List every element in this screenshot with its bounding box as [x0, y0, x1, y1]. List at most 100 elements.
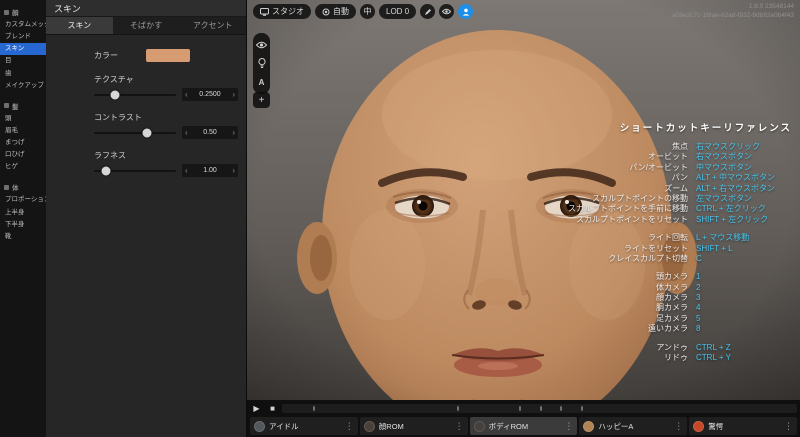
lighting-button[interactable] — [256, 58, 267, 69]
sidebar-item-upper-body[interactable]: 上半身 — [0, 207, 46, 219]
clip-thumbnail — [473, 420, 485, 432]
sidebar-item-teeth[interactable]: 歯 — [0, 68, 46, 80]
quality-medium-button[interactable]: 中 — [360, 4, 375, 19]
skin-controls: カラー テクスチャ ‹ 0.2500 › コントラスト ‹ 0.50 › ラフネ… — [46, 35, 246, 177]
lod-button[interactable]: LOD 0 — [379, 4, 417, 19]
shortcut-reference-title: ショートカットキーリファレンス — [619, 123, 792, 134]
annotation-button[interactable]: A — [256, 77, 267, 88]
sidebar-item-beard[interactable]: ヒゲ — [0, 161, 46, 173]
character-tool-button[interactable] — [458, 4, 474, 19]
shortcut-row: リドゥ CTRL + Y — [447, 353, 792, 363]
preview-tool-button[interactable] — [439, 4, 455, 19]
sidebar-item-custom-mesh[interactable]: カスタムメッシュ — [0, 19, 46, 31]
chevron-right-icon[interactable]: › — [232, 166, 235, 175]
shortcut-label: スカルプトポイントの移動 — [592, 193, 688, 203]
pencil-icon — [424, 8, 431, 15]
shortcut-row: スカルプトポイントをリセット SHIFT + 左クリック — [447, 215, 792, 225]
shortcut-key: 2 — [696, 282, 701, 292]
sidebar-group-body-header: 体 — [0, 180, 46, 194]
more-options-icon[interactable]: ⋮ — [345, 421, 354, 431]
sidebar-group-hair: 髪 頭 眉毛 まつげ 口ひげ ヒゲ — [0, 99, 46, 174]
contrast-slider[interactable] — [94, 128, 176, 137]
shortcut-key: C — [696, 253, 702, 263]
auto-quality-button[interactable]: 自動 — [315, 4, 356, 19]
chevron-right-icon[interactable]: › — [232, 90, 235, 99]
roughness-slider-block: ラフネス ‹ 1.00 › — [54, 150, 238, 177]
visibility-button[interactable] — [256, 39, 267, 50]
clip-label: 顔ROM — [378, 421, 404, 431]
color-label: カラー — [94, 51, 118, 60]
shortcut-row: パン/オービット 中マウスボタン — [447, 163, 792, 173]
sidebar-item-proportion[interactable]: プロポーション — [0, 194, 46, 206]
clip-face-rom[interactable]: 顔ROM ⋮ — [359, 417, 468, 435]
shortcut-label: スカルプトポイントを手前に移動 — [568, 204, 688, 214]
more-options-icon[interactable]: ⋮ — [674, 421, 683, 431]
character-viewport[interactable]: スタジオ 自動 中 LOD 0 1.8.0 23548144 a06e2c7c-… — [247, 0, 800, 437]
texture-slider-handle[interactable] — [110, 90, 119, 99]
sidebar-item-eyes[interactable]: 目 — [0, 55, 46, 67]
shortcut-row: オービット 右マウスボタン — [447, 152, 792, 162]
texture-slider[interactable] — [94, 90, 176, 99]
sidebar-item-eyebrows[interactable]: 眉毛 — [0, 125, 46, 137]
tab-skin[interactable]: スキン — [46, 17, 113, 34]
sidebar-item-mustache[interactable]: 口ひげ — [0, 149, 46, 161]
shortcut-row: ズーム ALT + 右マウスボタン — [447, 184, 792, 194]
build-info: 1.8.0 23548144 a06e2c7c-1f8ae-82ad-f932-… — [672, 3, 794, 21]
shortcut-key: SHIFT + L — [696, 243, 733, 253]
shortcut-row: スカルプトポイントの移動 左マウスボタン — [447, 194, 792, 204]
sidebar-item-eyelashes[interactable]: まつげ — [0, 137, 46, 149]
face-icon — [4, 9, 9, 15]
more-options-icon[interactable]: ⋮ — [455, 421, 464, 431]
sidebar-group-body: 体 プロポーション 上半身 下半身 靴 — [0, 180, 46, 243]
shortcut-key: L + マウス移動 — [696, 233, 750, 243]
contrast-value[interactable]: 0.50 — [203, 129, 217, 136]
shortcut-key: CTRL + 左クリック — [696, 204, 766, 214]
studio-button-label: スタジオ — [272, 7, 304, 16]
more-options-icon[interactable]: ⋮ — [564, 421, 573, 431]
texture-value[interactable]: 0.2500 — [199, 91, 220, 98]
clip-body-rom[interactable]: ボディROM ⋮ — [469, 417, 578, 435]
sidebar-item-shoes[interactable]: 靴 — [0, 231, 46, 243]
contrast-value-box: ‹ 0.50 › — [182, 126, 238, 139]
roughness-slider[interactable] — [94, 166, 176, 175]
build-version: 1.8.0 23548144 — [748, 3, 794, 10]
clip-happy-a[interactable]: ハッピーA ⋮ — [579, 417, 688, 435]
sidebar-item-makeup[interactable]: メイクアップ — [0, 80, 46, 92]
timeline-marker — [580, 406, 583, 411]
stop-button[interactable]: ■ — [266, 403, 279, 415]
add-button[interactable]: + — [253, 92, 270, 108]
chevron-left-icon[interactable]: ‹ — [185, 128, 188, 137]
chevron-right-icon[interactable]: › — [232, 128, 235, 137]
clip-thumbnail — [363, 420, 375, 432]
roughness-value[interactable]: 1.00 — [203, 167, 217, 174]
skin-tabs: スキン そばかす アクセント — [46, 17, 246, 35]
eye-icon — [256, 41, 267, 48]
chevron-left-icon[interactable]: ‹ — [185, 90, 188, 99]
play-button[interactable]: ▶ — [250, 403, 263, 415]
panel-title: スキン — [46, 0, 246, 17]
clip-idle[interactable]: アイドル ⋮ — [250, 417, 358, 435]
session-id: a06e2c7c-1f8ae-82ad-f932-9db92e0b4f43 — [672, 11, 794, 19]
roughness-value-box: ‹ 1.00 › — [182, 164, 238, 177]
tab-freckles[interactable]: そばかす — [113, 17, 180, 34]
pencil-tool-button[interactable] — [420, 4, 436, 19]
sidebar-item-head-hair[interactable]: 頭 — [0, 113, 46, 125]
shortcut-key: 右マウスボタン — [696, 152, 752, 162]
tab-accent[interactable]: アクセント — [179, 17, 246, 34]
sidebar-item-lower-body[interactable]: 下半身 — [0, 219, 46, 231]
roughness-slider-handle[interactable] — [101, 166, 111, 175]
contrast-slider-handle[interactable] — [142, 128, 152, 137]
sidebar-item-skin[interactable]: スキン — [0, 43, 46, 56]
clip-surprise[interactable]: 驚愕 ⋮ — [689, 417, 797, 435]
shortcut-group-cameras: 頭カメラ 1 体カメラ 2 顔カメラ 3 胴カメラ 4 足カメラ 5 遠いカメラ 8 — [447, 272, 792, 334]
shortcut-row: アンドゥ CTRL + Z — [447, 343, 792, 353]
timeline-scrubber[interactable] — [282, 404, 797, 413]
sidebar-item-blend[interactable]: ブレンド — [0, 31, 46, 43]
more-options-icon[interactable]: ⋮ — [784, 421, 793, 431]
chevron-left-icon[interactable]: ‹ — [185, 166, 188, 175]
skin-color-swatch[interactable] — [146, 49, 190, 62]
shortcut-reference: ショートカットキーリファレンス 焦点 右マウスクリック オービット 右マウスボタン … — [447, 120, 792, 371]
shortcut-key: ALT + 右マウスボタン — [696, 183, 776, 193]
shortcut-label: ライトをリセット — [624, 243, 688, 253]
studio-button[interactable]: スタジオ — [253, 4, 311, 19]
